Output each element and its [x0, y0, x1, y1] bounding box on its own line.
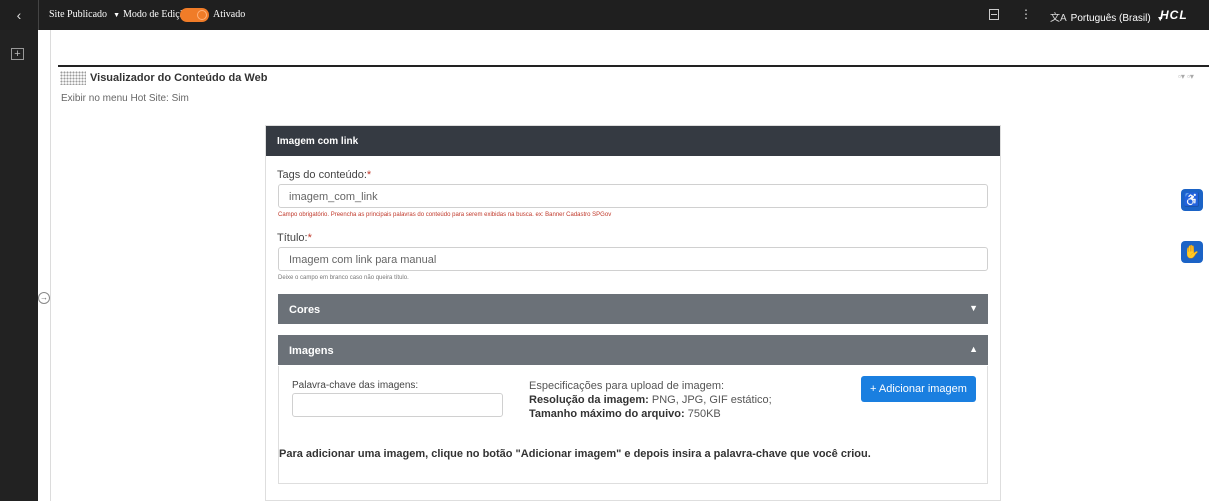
edit-mode-toggle[interactable] — [180, 8, 209, 22]
translate-icon: 文A — [1050, 13, 1067, 24]
language-selector[interactable]: 文A Português (Brasil) ▼ — [1050, 9, 1164, 24]
images-section-label: Imagens — [289, 345, 334, 357]
portlet-divider — [58, 65, 1209, 67]
images-keyword-input[interactable] — [292, 393, 503, 417]
tags-label: Tags do conteúdo:* — [277, 169, 371, 181]
chevron-down-icon: ▼ — [969, 303, 978, 313]
colors-section-label: Cores — [289, 304, 321, 316]
specs-resolution: Resolução da imagem: PNG, JPG, GIF estát… — [529, 393, 772, 407]
site-published-label: Site Publicado — [49, 9, 108, 20]
toggle-knob — [197, 10, 207, 20]
portlet-title-text: Visualizador do Conteúdo da Web — [90, 72, 268, 84]
content-edge — [50, 30, 51, 501]
required-mark: * — [366, 169, 372, 181]
hot-site-text: Exibir no menu Hot Site: Sim — [61, 93, 189, 104]
add-image-instruction: Para adicionar uma imagem, clique no bot… — [279, 448, 871, 460]
left-rail: + — [0, 30, 38, 501]
tags-input[interactable]: imagem_com_link — [278, 184, 988, 208]
portlet-title: Visualizador do Conteúdo da Web — [60, 70, 267, 86]
toolbar-divider — [38, 0, 39, 30]
form-header: Imagem com link — [266, 126, 1000, 156]
content-form-card: Imagem com link Tags do conteúdo:* image… — [265, 125, 1001, 501]
add-page-icon[interactable]: + — [11, 48, 24, 60]
add-image-button[interactable]: + Adicionar imagem — [861, 376, 976, 402]
drag-handle-icon[interactable] — [60, 71, 86, 85]
title-input[interactable]: Imagem com link para manual — [278, 247, 988, 271]
edit-mode-state: Ativado — [213, 9, 246, 20]
specs-title: Especificações para upload de imagem: — [529, 380, 725, 392]
colors-section-header[interactable]: Cores ▼ — [278, 294, 988, 324]
portlet-actions-menu[interactable]: ▫▾ ▫▾ — [1178, 72, 1194, 81]
images-section-body: Palavra-chave das imagens: Especificaçõe… — [278, 366, 988, 484]
sign-language-icon[interactable]: ✋ — [1181, 241, 1203, 263]
top-toolbar: ‹ Site Publicado ▼ Modo de Edição: Ativad… — [0, 0, 1209, 30]
specs-size-value: 750KB — [684, 408, 721, 420]
specs-size: Tamanho máximo do arquivo: 750KB — [529, 407, 772, 421]
required-mark: * — [307, 232, 312, 244]
document-icon[interactable] — [989, 9, 999, 20]
specs-resolution-value: PNG, JPG, GIF estático; — [648, 394, 772, 406]
expand-arrow-icon[interactable]: → — [38, 292, 50, 304]
images-keyword-label: Palavra-chave das imagens: — [292, 380, 419, 391]
tags-label-text: Tags do conteúdo: — [277, 169, 367, 181]
accessibility-icon[interactable]: ♿ — [1181, 189, 1203, 211]
title-label: Título:* — [277, 232, 312, 244]
language-label: Português (Brasil) — [1070, 13, 1151, 24]
caret-down-icon: ▼ — [113, 11, 120, 19]
title-hint: Deixe o campo em branco caso não queira … — [278, 275, 409, 281]
back-icon[interactable]: ‹ — [0, 0, 38, 30]
specs-resolution-label: Resolução da imagem: — [529, 394, 649, 406]
more-options-icon[interactable]: ⋮ — [1020, 7, 1032, 21]
title-label-text: Título: — [277, 232, 308, 244]
tags-hint: Campo obrigatório. Preencha as principai… — [278, 212, 612, 218]
images-section-header[interactable]: Imagens ▲ — [278, 335, 988, 365]
hcl-logo: HCL — [1160, 8, 1188, 22]
upload-specs: Especificações para upload de imagem: Re… — [529, 379, 772, 421]
site-published-dropdown[interactable]: Site Publicado ▼ — [49, 9, 120, 20]
specs-size-label: Tamanho máximo do arquivo: — [529, 408, 685, 420]
chevron-up-icon: ▲ — [969, 344, 978, 354]
